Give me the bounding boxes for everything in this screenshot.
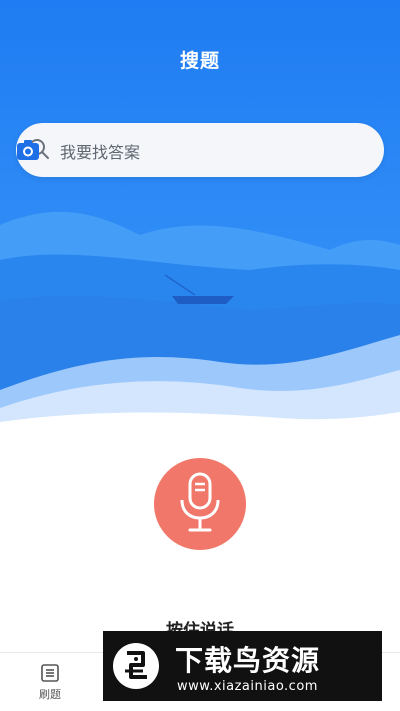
- hero-banner: 搜题 我要找答案: [0, 0, 400, 430]
- tab-label: 刷题: [39, 688, 61, 701]
- microphone-icon: [180, 472, 220, 532]
- watermark-banner: 下载鸟资源 www.xiazainiao.com: [103, 631, 382, 701]
- watermark-url: www.xiazainiao.com: [177, 679, 318, 694]
- search-bar[interactable]: 我要找答案: [16, 123, 384, 177]
- page-title: 搜题: [179, 50, 220, 72]
- watermark-logo: [113, 643, 159, 689]
- bird-logo-icon: [125, 651, 147, 679]
- boat-icon: [172, 296, 234, 304]
- tab-practice[interactable]: 刷题: [10, 663, 90, 702]
- search-placeholder: 我要找答案: [60, 143, 141, 162]
- watermark-title: 下载鸟资源: [175, 644, 321, 677]
- camera-icon[interactable]: [16, 139, 40, 161]
- list-icon: [41, 664, 59, 682]
- voice-search-button[interactable]: [154, 458, 246, 550]
